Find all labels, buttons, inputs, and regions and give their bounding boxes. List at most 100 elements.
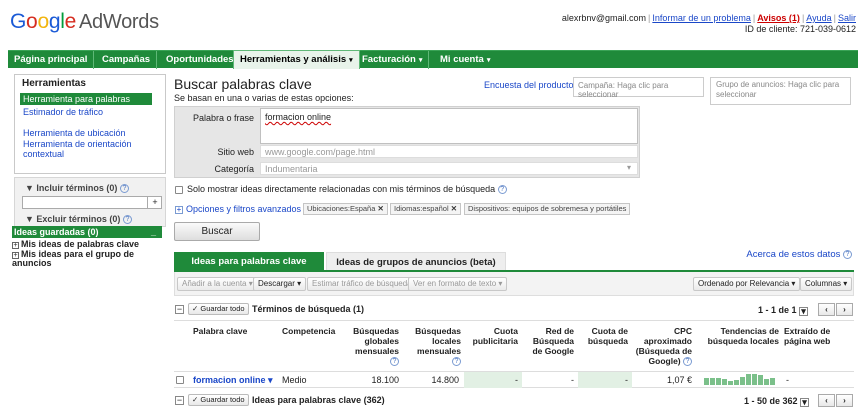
- global-searches-cell: 18.100: [371, 375, 399, 385]
- col-search-network[interactable]: Red de Búsqueda de Google: [522, 326, 574, 356]
- help-icon[interactable]: ?: [497, 185, 507, 195]
- chevron-down-icon[interactable]: ▾: [800, 398, 810, 407]
- col-trends[interactable]: Tendencias de búsqueda locales: [705, 326, 779, 346]
- add-to-account-button[interactable]: Añadir a la cuenta ▾: [177, 277, 258, 291]
- sort-dropdown[interactable]: Ordenado por Relevancia ▾: [693, 277, 801, 291]
- col-extracted[interactable]: Extraído de página web: [784, 326, 844, 346]
- text-format-button[interactable]: Ver en formato de texto ▾: [408, 277, 508, 291]
- search-network-cell: -: [571, 375, 574, 385]
- sidebar-item-traffic-estimator[interactable]: Estimador de tráfico: [23, 107, 103, 117]
- help-icon[interactable]: ?: [843, 249, 852, 259]
- chevron-down-icon[interactable]: ▾: [799, 307, 809, 316]
- save-all-button[interactable]: ✓ Guardar todo: [188, 394, 249, 406]
- include-terms-toggle[interactable]: ▼ Incluir términos (0) ?: [25, 183, 129, 194]
- col-cpc[interactable]: CPC aproximado (Búsqueda de Google) ?: [634, 326, 692, 367]
- website-input[interactable]: www.google.com/page.html: [260, 145, 638, 158]
- filter-chip-language[interactable]: Idiomas:español ✕: [390, 203, 462, 215]
- columns-dropdown[interactable]: Columnas ▾: [800, 277, 853, 291]
- logo-product: AdWords: [78, 11, 159, 33]
- keyword-textarea[interactable]: formacion online: [260, 108, 638, 144]
- trend-bar: [716, 378, 721, 385]
- help-icon[interactable]: ?: [452, 357, 461, 367]
- nav-label: Campañas: [102, 54, 151, 65]
- about-data-link[interactable]: Acerca de estos datos ?: [746, 249, 852, 260]
- sign-out-link[interactable]: Salir: [838, 13, 856, 23]
- nav-home[interactable]: Página principal: [8, 51, 95, 69]
- next-page-button[interactable]: ›: [836, 394, 853, 407]
- col-global-searches[interactable]: Búsquedas globales mensuales ?: [345, 326, 399, 367]
- ad-share-cell: -: [515, 375, 518, 385]
- exclude-terms-label: ▼ Excluir términos (0): [25, 214, 121, 224]
- sidebar-item-contextual-targeting[interactable]: Herramienta de orientación contextual: [23, 139, 158, 159]
- expand-icon[interactable]: +: [12, 242, 19, 249]
- nav-my-account[interactable]: Mi cuenta ▾: [434, 51, 496, 69]
- sidebar-item-keyword-tool[interactable]: Herramienta para palabras clave: [20, 93, 152, 116]
- category-select[interactable]: Indumentaria ▾: [260, 162, 638, 175]
- save-all-button[interactable]: ✓ Guardar todo: [188, 303, 249, 315]
- product-survey-link[interactable]: Encuesta del producto: [484, 80, 574, 90]
- report-problem-link[interactable]: Informar de un problema: [652, 13, 751, 23]
- collapse-icon[interactable]: −: [175, 396, 184, 405]
- chip-value: español: [422, 204, 449, 213]
- col-ad-share[interactable]: Cuota publicitaria: [466, 326, 518, 346]
- logo-letter: o: [26, 10, 38, 33]
- prev-page-button[interactable]: ‹: [818, 303, 835, 316]
- campaign-selector[interactable]: Campaña: Haga clic para seleccionar: [573, 77, 704, 99]
- help-icon[interactable]: ?: [390, 357, 399, 367]
- trend-bar: [740, 377, 745, 385]
- filter-chip-devices[interactable]: Dispositivos: equipos de sobremesa y por…: [464, 203, 631, 215]
- search-share-cell: -: [625, 375, 628, 385]
- estimate-traffic-button[interactable]: Estimar tráfico de búsqueda: [307, 277, 417, 291]
- tab-keyword-ideas[interactable]: Ideas para palabras clave: [174, 252, 324, 271]
- minimize-icon[interactable]: _: [151, 226, 156, 238]
- help-link[interactable]: Ayuda: [806, 13, 831, 23]
- exclude-terms-toggle[interactable]: ▼ Excluir términos (0) ?: [25, 214, 132, 225]
- col-local-searches[interactable]: Búsquedas locales mensuales ?: [409, 326, 461, 367]
- prev-page-button[interactable]: ‹: [818, 394, 835, 407]
- tab-adgroup-ideas[interactable]: Ideas de grupos de anuncios (beta): [326, 252, 506, 271]
- chevron-down-icon[interactable]: ▾: [268, 375, 273, 385]
- adgroup-selector[interactable]: Grupo de anuncios: Haga clic para selecc…: [710, 77, 851, 105]
- nav-label: Mi cuenta: [440, 54, 484, 65]
- trend-bar: [746, 374, 751, 385]
- download-button[interactable]: Descargar ▾: [253, 277, 307, 291]
- collapse-icon[interactable]: −: [175, 305, 184, 314]
- saved-keyword-ideas[interactable]: + Mis ideas de palabras clave: [12, 240, 139, 249]
- trend-bar: [764, 379, 769, 385]
- about-data-label: Acerca de estos datos: [746, 249, 841, 260]
- trend-bar: [770, 378, 775, 385]
- help-icon[interactable]: ?: [683, 357, 692, 367]
- filter-chip-location[interactable]: Ubicaciones:España ✕: [303, 203, 388, 215]
- nav-label: Herramientas y análisis: [240, 54, 347, 65]
- col-search-share[interactable]: Cuota de búsqueda: [580, 326, 628, 346]
- nav-campaigns[interactable]: Campañas: [96, 51, 158, 69]
- search-button[interactable]: Buscar: [174, 222, 260, 241]
- chip-value: España: [349, 204, 376, 213]
- account-email: alexrbnv@gmail.com: [561, 13, 646, 23]
- keyword-cell[interactable]: formacion online ▾: [193, 375, 273, 386]
- col-competition[interactable]: Competencia: [282, 326, 335, 336]
- trend-bar: [722, 379, 727, 385]
- add-term-button[interactable]: +: [147, 196, 162, 209]
- only-related-checkbox[interactable]: [175, 185, 183, 194]
- close-icon[interactable]: ✕: [377, 204, 383, 213]
- saved-adgroup-ideas[interactable]: + Mis ideas para el grupo de anuncios: [12, 250, 162, 268]
- sidebar-item-placement-tool[interactable]: Herramienta de ubicación: [23, 128, 126, 138]
- col-keyword[interactable]: Palabra clave: [193, 326, 247, 336]
- nav-billing[interactable]: Facturación ▾: [356, 51, 430, 69]
- row-checkbox[interactable]: [176, 374, 188, 384]
- chip-key: Dispositivos:: [468, 204, 511, 213]
- saved-ideas-header[interactable]: Ideas guardadas (0) _: [12, 226, 162, 238]
- next-page-button[interactable]: ›: [836, 303, 853, 316]
- help-icon[interactable]: ?: [122, 215, 132, 225]
- alerts-link[interactable]: Avisos (1): [757, 13, 800, 23]
- category-label: Categoría: [214, 164, 254, 174]
- nav-tools-analysis[interactable]: Herramientas y análisis ▾: [233, 50, 360, 69]
- help-icon[interactable]: ?: [119, 184, 129, 194]
- close-icon[interactable]: ✕: [451, 204, 457, 213]
- google-adwords-logo[interactable]: Google AdWords: [10, 10, 159, 34]
- include-terms-input[interactable]: [22, 196, 162, 209]
- search-terms-title: Términos de búsqueda (1): [252, 304, 365, 314]
- nav-opportunities[interactable]: Oportunidades: [160, 51, 241, 69]
- advanced-options-link[interactable]: + Opciones y filtros avanzados: [175, 204, 301, 214]
